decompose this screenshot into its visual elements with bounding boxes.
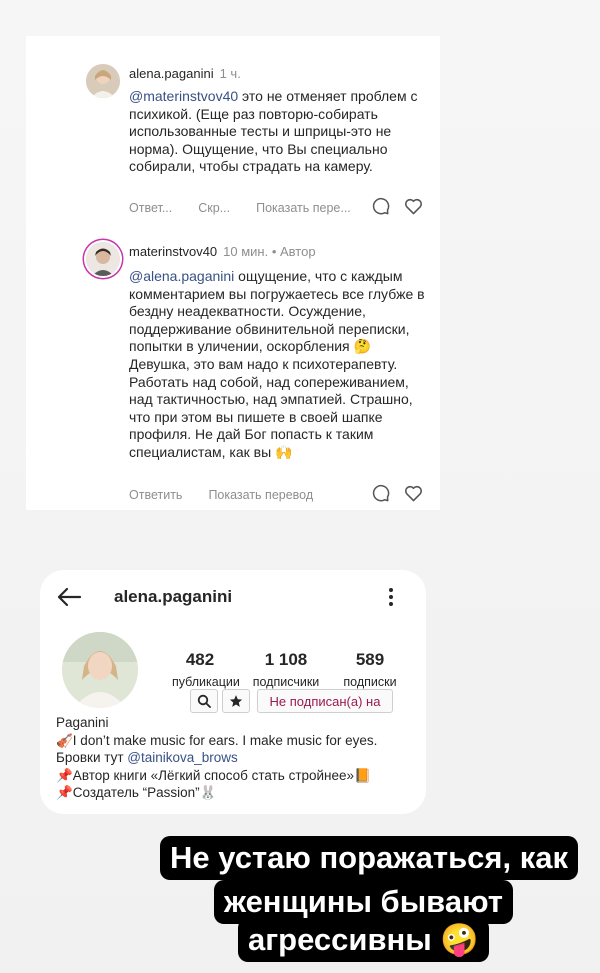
caption-line: агрессивны 🤪: [238, 918, 489, 962]
comment-header: materinstvov40 10 мин. • Автор: [129, 244, 316, 259]
stat-label: подписчики: [252, 675, 320, 689]
bio-line: 🎻I don’t make music for ears. I make mus…: [56, 732, 378, 748]
hide-button[interactable]: Скр...: [198, 201, 230, 215]
comment-body: ощущение, что с каждым комментарием вы п…: [129, 268, 425, 460]
profile-card: alena.paganini 482 публикации 1 108 подп…: [40, 570, 426, 814]
favorite-button[interactable]: [222, 689, 250, 713]
stat-posts[interactable]: 482 публикации: [172, 650, 240, 689]
comment-actions: Ответить Показать перевод: [129, 488, 339, 502]
bio-link[interactable]: @tainikova_brows: [127, 750, 238, 765]
profile-bio: Paganini 🎻I don’t make music for ears. I…: [56, 714, 377, 802]
stat-value: 482: [185, 650, 215, 669]
search-button[interactable]: [190, 689, 218, 713]
back-arrow-icon[interactable]: [56, 587, 82, 607]
avatar[interactable]: [86, 64, 120, 98]
heart-icon[interactable]: [404, 197, 423, 215]
comment-mention[interactable]: @alena.paganini: [129, 268, 234, 284]
comment-icons: [372, 484, 433, 507]
profile-username: alena.paganini: [114, 587, 233, 606]
bio-text: Бровки тут: [56, 750, 128, 765]
reply-button[interactable]: Ответить: [129, 488, 182, 502]
translate-button[interactable]: Показать пере...: [256, 201, 351, 215]
comment-text: @materinstvov40 это не отменяет проблем …: [129, 88, 429, 176]
heart-icon[interactable]: [404, 484, 423, 502]
stat-label: подписки: [343, 675, 397, 689]
stat-followers[interactable]: 1 108 подписчики: [250, 650, 322, 689]
stat-value: 589: [355, 650, 385, 669]
comment-mention[interactable]: @materinstvov40: [129, 88, 238, 104]
translate-button[interactable]: Показать перевод: [208, 488, 313, 502]
profile-avatar[interactable]: [62, 632, 138, 708]
comment-actions: Ответ... Скр... Показать пере...: [129, 201, 377, 215]
stat-following[interactable]: 589 подписки: [340, 650, 400, 689]
comment-username[interactable]: alena.paganini: [129, 66, 214, 81]
bio-line: 📌Создатель “Passion”🐰: [56, 785, 217, 800]
stat-label: публикации: [172, 675, 240, 689]
comment-username[interactable]: materinstvov40: [129, 244, 217, 259]
bio-line: Бровки тут @tainikova_brows: [56, 749, 377, 767]
stat-value: 1 108: [264, 650, 308, 669]
comments-card: alena.paganini 1 ч. @materinstvov40 это н…: [26, 36, 440, 510]
comment-icon[interactable]: [372, 484, 390, 502]
bio-name: Paganini: [56, 715, 109, 730]
comment-time: 1 ч.: [219, 66, 241, 81]
reply-button[interactable]: Ответ...: [129, 201, 172, 215]
comment-header: alena.paganini 1 ч.: [129, 66, 241, 81]
follow-status-button[interactable]: Не подписан(а) на: [257, 689, 393, 713]
more-vertical-icon[interactable]: [388, 587, 394, 607]
caption-line: Не устаю поражаться, как: [160, 836, 578, 880]
avatar[interactable]: [86, 242, 120, 276]
comment-time: 10 мин. • Автор: [223, 244, 316, 259]
star-icon: [229, 695, 243, 707]
comment-text: @alena.paganini ощущение, что с каждым к…: [129, 268, 429, 462]
bio-line: 📌Автор книги «Лёгкий способ стать стройн…: [56, 767, 371, 783]
comment-icons: [372, 197, 433, 220]
search-icon: [197, 694, 211, 708]
comment-icon[interactable]: [372, 197, 390, 215]
